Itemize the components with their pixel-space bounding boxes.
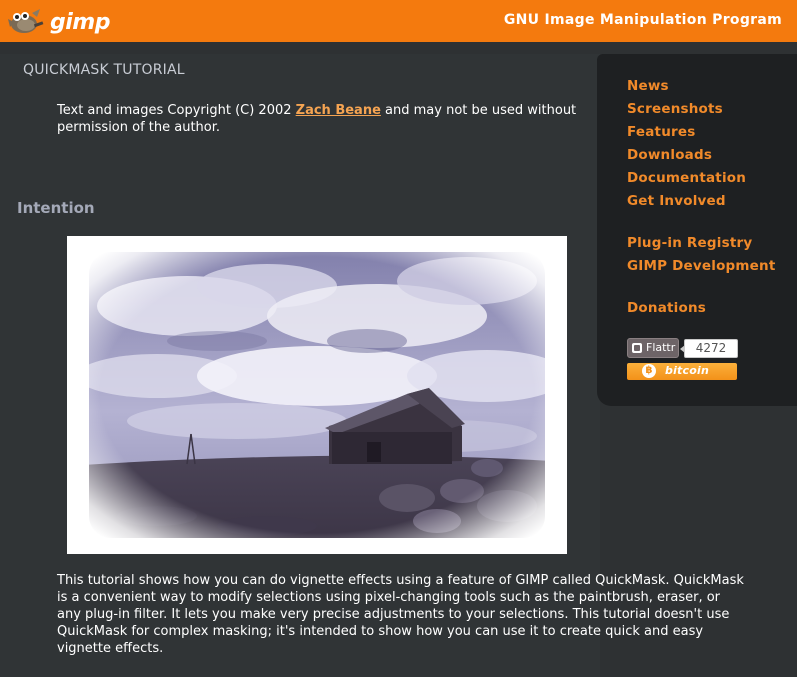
site-header: gimp GNU Image Manipulation Program — [0, 0, 797, 42]
nav-item-downloads[interactable]: Downloads — [627, 147, 712, 163]
site-title[interactable]: GNU Image Manipulation Program — [504, 12, 782, 28]
flattr-label: Flattr — [646, 341, 676, 354]
nav-item-features[interactable]: Features — [627, 124, 695, 140]
page-title: QUICKMASK TUTORIAL — [23, 62, 185, 78]
logo-text: gimp — [50, 10, 110, 35]
flattr-icon — [632, 343, 642, 353]
bitcoin-icon: ฿ — [642, 364, 656, 378]
nav-item-donations[interactable]: Donations — [627, 300, 706, 316]
copyright-notice: Text and images Copyright (C) 2002 Zach … — [57, 102, 587, 136]
nav-item-screenshots[interactable]: Screenshots — [627, 101, 723, 117]
flattr-button[interactable]: Flattr — [627, 338, 679, 358]
nav-item-news[interactable]: News — [627, 78, 669, 94]
sidebar-nav: News Screenshots Features Downloads Docu… — [597, 54, 797, 406]
nav-item-get-involved[interactable]: Get Involved — [627, 193, 726, 209]
vignette-example-image — [67, 236, 567, 554]
nav-item-plugin-registry[interactable]: Plug-in Registry — [627, 235, 752, 251]
bitcoin-label: bitcoin — [665, 364, 709, 377]
nav-item-documentation[interactable]: Documentation — [627, 170, 746, 186]
author-link[interactable]: Zach Beane — [296, 103, 381, 118]
bitcoin-button[interactable]: ฿ bitcoin — [627, 363, 737, 380]
copyright-prefix: Text and images Copyright (C) 2002 — [57, 103, 296, 118]
nav-item-gimp-development[interactable]: GIMP Development — [627, 258, 776, 274]
tutorial-intro-text: This tutorial shows how you can do vigne… — [57, 573, 744, 656]
gimp-logo[interactable]: gimp — [4, 5, 110, 37]
section-heading: Intention — [17, 199, 95, 217]
gimp-wilber-icon — [8, 9, 44, 33]
flattr-count: 4272 — [680, 339, 738, 358]
